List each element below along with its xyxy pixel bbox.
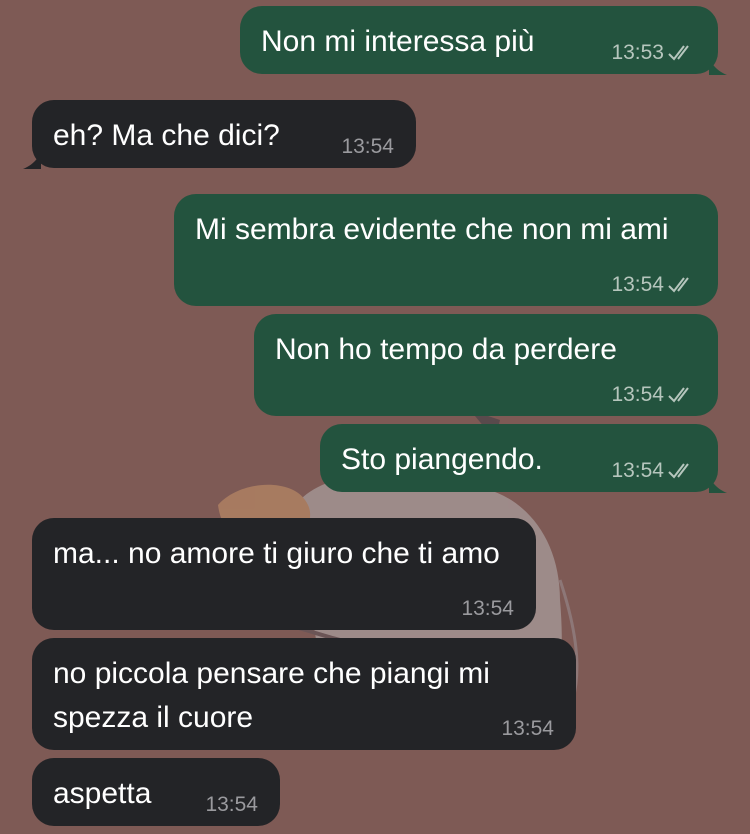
double-check-icon [668,45,689,61]
message-meta: 13:54 [501,717,554,741]
message-bubble-incoming[interactable]: no piccola pensare che piangi mi spezza … [32,638,576,750]
message-meta: 13:54 [341,135,394,159]
message-meta: 13:54 [611,383,696,407]
message-text: Non ho tempo da perdere [275,333,617,366]
bubble-tail [23,153,41,169]
bubble-tail [709,59,727,75]
message-meta: 13:54 [205,793,258,817]
message-meta: 13:54 [611,459,696,483]
message-time: 13:54 [205,793,258,816]
message-time: 13:54 [611,273,664,296]
message-bubble-incoming[interactable]: eh? Ma che dici? 13:54 [23,100,416,169]
message-bubble-outgoing[interactable]: Non mi interessa più 13:53 [240,6,727,75]
message-meta: 13:54 [461,597,514,621]
bubble-tail [709,477,727,493]
message-list[interactable]: Non mi interessa più 13:53 eh? Ma che di… [0,0,750,834]
message-time: 13:53 [611,41,664,64]
message-meta: 13:53 [611,41,696,65]
double-check-icon [668,463,689,479]
message-time: 13:54 [461,597,514,620]
message-bubble-outgoing[interactable]: Sto piangendo. 13:54 [320,424,727,493]
message-bubble-outgoing[interactable]: Mi sembra evidente che non mi ami 13:54 [174,194,718,306]
message-time: 13:54 [501,717,554,740]
message-time: 13:54 [611,383,664,406]
double-check-icon [668,277,689,293]
message-text: Mi sembra evidente che non mi ami [195,213,669,246]
message-meta: 13:54 [611,273,696,297]
message-bubble-incoming[interactable]: aspetta 13:54 [32,758,280,826]
message-text: ma... no amore ti giuro che ti amo [53,537,500,570]
double-check-icon [668,387,689,403]
message-text: no piccola pensare che piangi mi spezza … [53,657,490,734]
message-bubble-outgoing[interactable]: Non ho tempo da perdere 13:54 [254,314,718,416]
message-time: 13:54 [611,459,664,482]
message-bubble-incoming[interactable]: ma... no amore ti giuro che ti amo 13:54 [32,518,536,630]
message-time: 13:54 [341,135,394,158]
